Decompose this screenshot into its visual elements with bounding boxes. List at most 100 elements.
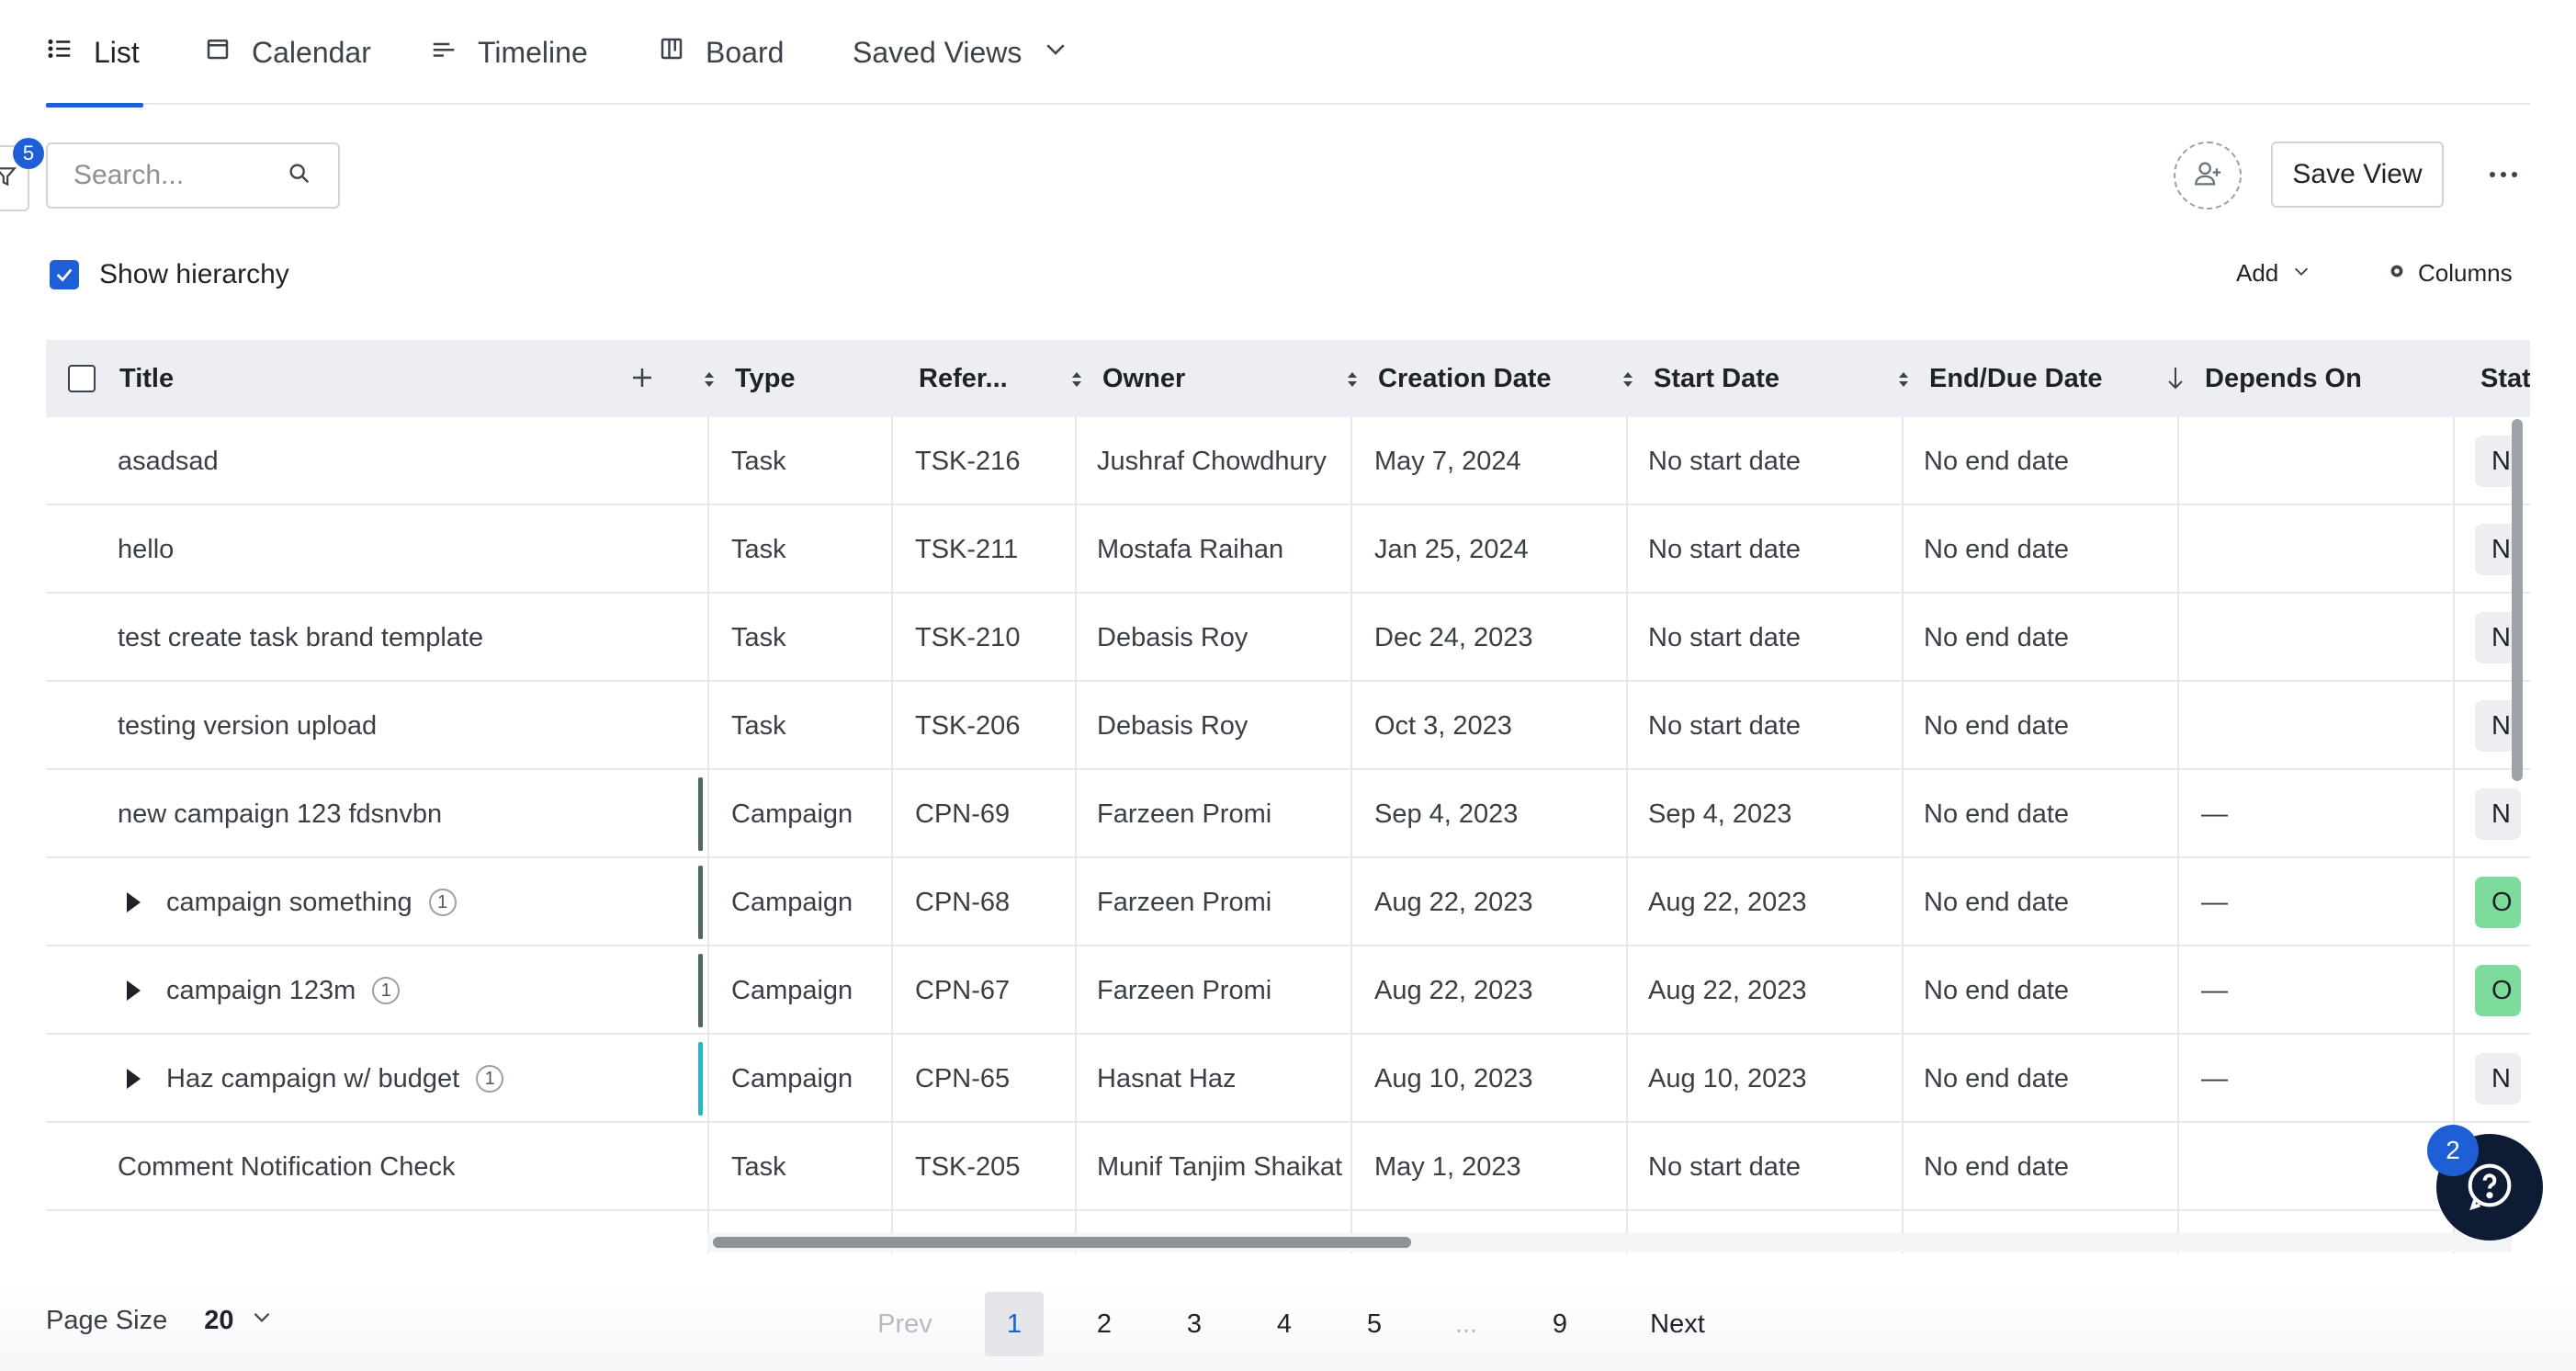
row-type: Campaign [731, 1063, 853, 1093]
row-title[interactable]: hello [118, 505, 174, 594]
page-button-9[interactable]: 9 [1531, 1292, 1589, 1356]
table-row[interactable]: Comment Notification Check Task TSK-205 … [46, 1123, 2530, 1211]
vertical-scrollbar[interactable] [2512, 419, 2523, 781]
column-label: Creation Date [1378, 363, 1552, 393]
sort-icon[interactable] [1345, 368, 1360, 398]
search-box[interactable] [46, 142, 340, 209]
row-title-cell[interactable]: campaign 123m 1 [127, 946, 401, 1035]
row-title[interactable]: campaign 123m [166, 976, 356, 1006]
page-button-3[interactable]: 3 [1165, 1292, 1224, 1356]
page-button-2[interactable]: 2 [1075, 1292, 1134, 1356]
status-badge[interactable]: N [2475, 788, 2521, 840]
table-row[interactable]: Haz campaign w/ budget 1 Campaign CPN-65… [46, 1035, 2530, 1123]
row-end-date: No end date [1924, 710, 2070, 741]
plus-icon[interactable] [628, 364, 656, 399]
page-size-select[interactable]: 20 [204, 1305, 274, 1336]
tab-label: List [94, 35, 140, 69]
column-header-start-date[interactable]: Start Date [1654, 340, 1929, 417]
tab-label: Board [706, 35, 785, 69]
status-badge[interactable]: O [2475, 965, 2521, 1016]
table-row[interactable]: asadsad Task TSK-216 Jushraf Chowdhury M… [46, 417, 2530, 505]
tab-timeline[interactable]: Timeline [430, 0, 588, 105]
page-button-5[interactable]: 5 [1345, 1292, 1404, 1356]
column-header-title[interactable]: Title [68, 340, 748, 417]
horizontal-scrollbar[interactable] [713, 1237, 1411, 1248]
more-options-icon[interactable] [2480, 156, 2526, 193]
expand-caret-icon[interactable] [127, 980, 141, 1001]
select-all-checkbox[interactable] [68, 365, 96, 392]
sort-icon[interactable] [702, 368, 717, 398]
row-start-date: No start date [1648, 534, 1802, 564]
column-header-status[interactable]: Statu [2480, 340, 2530, 417]
page-size-label: Page Size [46, 1305, 168, 1335]
row-title[interactable]: Haz campaign w/ budget [166, 1064, 459, 1094]
row-title[interactable]: Comment Notification Check [118, 1123, 455, 1211]
status-badge[interactable]: N [2475, 1053, 2521, 1105]
row-end-date: No end date [1924, 534, 2070, 564]
child-count-badge: 1 [428, 889, 457, 916]
table-row[interactable]: testing version upload Task TSK-206 Deba… [46, 682, 2530, 770]
column-header-type[interactable]: Type [735, 340, 919, 417]
row-title-cell[interactable]: campaign something 1 [127, 858, 457, 946]
table-row[interactable]: campaign 123m 1 Campaign CPN-67 Farzeen … [46, 946, 2530, 1035]
row-owner: Mostafa Raihan [1097, 534, 1284, 564]
row-start-date: No start date [1648, 1151, 1802, 1182]
table-row[interactable]: campaign something 1 Campaign CPN-68 Far… [46, 858, 2530, 946]
table-row[interactable]: new campaign 123 fdsnvbn Campaign CPN-69… [46, 770, 2530, 858]
prev-page-button[interactable]: Prev [864, 1292, 946, 1356]
row-owner: Farzeen Promi [1097, 887, 1272, 917]
row-owner: Debasis Roy [1097, 622, 1248, 652]
tab-saved-views[interactable]: Saved Views [853, 0, 1069, 105]
table-header: Title Type Refer... Owner Creation Date … [46, 340, 2530, 417]
column-label: Title [119, 363, 175, 393]
column-header-reference[interactable]: Refer... [919, 340, 1102, 417]
help-notification-badge: 2 [2427, 1125, 2479, 1176]
sort-descending-icon[interactable] [2164, 364, 2186, 399]
expand-caret-icon[interactable] [127, 892, 141, 912]
show-hierarchy-checkbox[interactable] [50, 260, 79, 289]
chevron-down-icon [2291, 259, 2311, 288]
row-reference: TSK-211 [915, 534, 1019, 564]
sort-icon[interactable] [1621, 368, 1635, 398]
add-dropdown[interactable]: Add [2236, 259, 2311, 288]
table-row[interactable]: hello Task TSK-211 Mostafa Raihan Jan 25… [46, 505, 2530, 594]
tab-board[interactable]: Board [658, 0, 784, 105]
next-page-button[interactable]: Next [1632, 1292, 1723, 1356]
expand-caret-icon[interactable] [127, 1069, 141, 1089]
column-header-depends-on[interactable]: Depends On [2205, 340, 2480, 417]
row-title[interactable]: campaign something [166, 888, 412, 918]
sort-icon[interactable] [1896, 368, 1911, 398]
row-owner: Munif Tanjim Shaikat [1097, 1151, 1343, 1182]
column-label: Start Date [1654, 363, 1779, 393]
column-header-creation-date[interactable]: Creation Date [1378, 340, 1654, 417]
page-ellipsis: ... [1454, 1309, 1478, 1339]
tab-calendar[interactable]: Calendar [204, 0, 371, 105]
list-icon [46, 35, 73, 70]
show-hierarchy-toggle[interactable]: Show hierarchy [50, 259, 289, 290]
row-end-date: No end date [1924, 799, 2070, 829]
row-title[interactable]: test create task brand template [118, 594, 483, 682]
row-title-cell[interactable]: Haz campaign w/ budget 1 [127, 1035, 504, 1123]
tab-list[interactable]: List [46, 0, 143, 108]
save-view-button[interactable]: Save View [2271, 142, 2444, 208]
page-button-1[interactable]: 1 [985, 1292, 1044, 1356]
add-user-button[interactable] [2174, 142, 2242, 210]
table-row[interactable]: test create task brand template Task TSK… [46, 594, 2530, 682]
column-label: Owner [1102, 363, 1186, 393]
active-tab-indicator [46, 103, 143, 108]
filter-icon [0, 164, 17, 193]
row-type: Campaign [731, 799, 853, 829]
page-button-4[interactable]: 4 [1255, 1292, 1314, 1356]
row-title[interactable]: testing version upload [118, 682, 377, 770]
search-input[interactable] [73, 160, 276, 191]
row-owner: Debasis Roy [1097, 710, 1248, 741]
column-header-owner[interactable]: Owner [1102, 340, 1378, 417]
columns-button[interactable]: Columns [2387, 259, 2513, 288]
page-size-control: Page Size 20 [46, 1305, 274, 1336]
sort-icon[interactable] [1069, 368, 1084, 398]
status-badge[interactable]: O [2475, 877, 2521, 928]
row-title[interactable]: new campaign 123 fdsnvbn [118, 770, 442, 858]
row-title[interactable]: asadsad [118, 417, 219, 505]
campaign-color-bar [698, 1042, 703, 1116]
column-header-end-due-date[interactable]: End/Due Date [1929, 340, 2205, 417]
